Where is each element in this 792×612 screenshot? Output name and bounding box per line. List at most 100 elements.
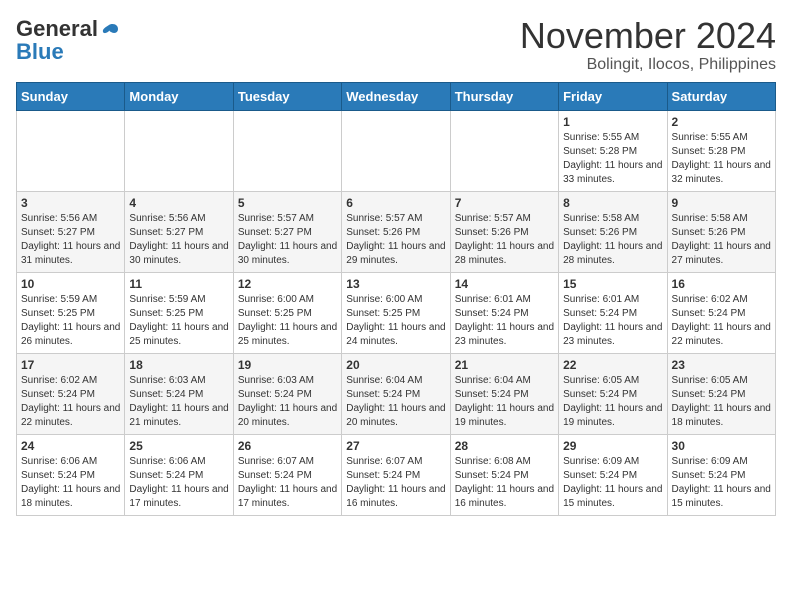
calendar-cell: 17Sunrise: 6:02 AMSunset: 5:24 PMDayligh…: [17, 353, 125, 434]
day-info: Sunrise: 6:05 AMSunset: 5:24 PMDaylight:…: [563, 374, 662, 430]
day-number: 17: [21, 358, 120, 372]
day-number: 14: [455, 277, 554, 291]
logo-general: General: [16, 16, 98, 41]
day-info: Sunrise: 6:03 AMSunset: 5:24 PMDaylight:…: [129, 374, 228, 430]
day-info: Sunrise: 6:01 AMSunset: 5:24 PMDaylight:…: [563, 293, 662, 349]
day-number: 10: [21, 277, 120, 291]
day-number: 19: [238, 358, 337, 372]
calendar-cell: [17, 110, 125, 191]
day-info: Sunrise: 5:58 AMSunset: 5:26 PMDaylight:…: [672, 212, 771, 268]
weekday-header-thursday: Thursday: [450, 82, 558, 110]
day-info: Sunrise: 6:04 AMSunset: 5:24 PMDaylight:…: [455, 374, 554, 430]
calendar-week-5: 24 Sunrise: 6:06 AMSunset: 5:24 PMDayligh…: [17, 434, 776, 515]
day-number: 29: [563, 439, 662, 453]
day-info: Sunrise: 6:09 AMSunset: 5:24 PMDaylight:…: [672, 455, 771, 511]
day-info: Sunrise: 5:58 AMSunset: 5:26 PMDaylight:…: [563, 212, 662, 268]
day-number: 21: [455, 358, 554, 372]
day-number: 11: [129, 277, 228, 291]
day-info: Sunrise: 5:55 AMSunset: 5:28 PMDaylight:…: [563, 131, 662, 187]
day-info: Sunrise: 6:08 AMSunset: 5:24 PMDaylight:…: [455, 455, 554, 511]
day-number: 4: [129, 196, 228, 210]
day-number: 23: [672, 358, 771, 372]
day-info: Sunrise: 5:55 AMSunset: 5:28 PMDaylight:…: [672, 131, 771, 187]
day-number: 20: [346, 358, 445, 372]
day-number: 26: [238, 439, 337, 453]
weekday-header-monday: Monday: [125, 82, 233, 110]
calendar-cell: 25Sunrise: 6:06 AMSunset: 5:24 PMDayligh…: [125, 434, 233, 515]
calendar-cell: 14 Sunrise: 6:01 AMSunset: 5:24 PMDayligh…: [450, 272, 558, 353]
calendar-cell: 15Sunrise: 6:01 AMSunset: 5:24 PMDayligh…: [559, 272, 667, 353]
calendar-cell: 11 Sunrise: 5:59 AMSunset: 5:25 PMDayligh…: [125, 272, 233, 353]
calendar-cell: 2 Sunrise: 5:55 AMSunset: 5:28 PMDaylight…: [667, 110, 775, 191]
day-info: Sunrise: 6:00 AMSunset: 5:25 PMDaylight:…: [346, 293, 445, 349]
logo: General Blue: [16, 16, 120, 65]
day-info: Sunrise: 6:07 AMSunset: 5:24 PMDaylight:…: [238, 455, 337, 511]
calendar-cell: [233, 110, 341, 191]
weekday-header-sunday: Sunday: [17, 82, 125, 110]
day-info: Sunrise: 6:05 AMSunset: 5:24 PMDaylight:…: [672, 374, 771, 430]
day-info: Sunrise: 5:57 AMSunset: 5:26 PMDaylight:…: [346, 212, 445, 268]
calendar-cell: 28 Sunrise: 6:08 AMSunset: 5:24 PMDayligh…: [450, 434, 558, 515]
day-number: 5: [238, 196, 337, 210]
calendar-week-4: 17Sunrise: 6:02 AMSunset: 5:24 PMDayligh…: [17, 353, 776, 434]
calendar-cell: 4Sunrise: 5:56 AMSunset: 5:27 PMDaylight…: [125, 191, 233, 272]
weekday-header-tuesday: Tuesday: [233, 82, 341, 110]
weekday-header-saturday: Saturday: [667, 82, 775, 110]
day-info: Sunrise: 5:59 AMSunset: 5:25 PMDaylight:…: [129, 293, 228, 349]
day-info: Sunrise: 6:04 AMSunset: 5:24 PMDaylight:…: [346, 374, 445, 430]
day-info: Sunrise: 5:59 AMSunset: 5:25 PMDaylight:…: [21, 293, 120, 349]
day-info: Sunrise: 6:06 AMSunset: 5:24 PMDaylight:…: [21, 455, 120, 511]
calendar-cell: 26 Sunrise: 6:07 AMSunset: 5:24 PMDayligh…: [233, 434, 341, 515]
day-info: Sunrise: 6:01 AMSunset: 5:24 PMDaylight:…: [455, 293, 554, 349]
day-number: 24: [21, 439, 120, 453]
day-number: 1: [563, 115, 662, 129]
calendar-week-2: 3Sunrise: 5:56 AMSunset: 5:27 PMDaylight…: [17, 191, 776, 272]
day-info: Sunrise: 6:02 AMSunset: 5:24 PMDaylight:…: [672, 293, 771, 349]
calendar-cell: 9Sunrise: 5:58 AMSunset: 5:26 PMDaylight…: [667, 191, 775, 272]
calendar-table: SundayMondayTuesdayWednesdayThursdayFrid…: [16, 82, 776, 516]
calendar-cell: [342, 110, 450, 191]
calendar-cell: 1 Sunrise: 5:55 AMSunset: 5:28 PMDaylight…: [559, 110, 667, 191]
calendar-cell: 22Sunrise: 6:05 AMSunset: 5:24 PMDayligh…: [559, 353, 667, 434]
calendar-cell: 10 Sunrise: 5:59 AMSunset: 5:25 PMDayligh…: [17, 272, 125, 353]
calendar-cell: 24 Sunrise: 6:06 AMSunset: 5:24 PMDayligh…: [17, 434, 125, 515]
day-info: Sunrise: 5:57 AMSunset: 5:27 PMDaylight:…: [238, 212, 337, 268]
day-number: 12: [238, 277, 337, 291]
weekday-header-row: SundayMondayTuesdayWednesdayThursdayFrid…: [17, 82, 776, 110]
day-info: Sunrise: 5:57 AMSunset: 5:26 PMDaylight:…: [455, 212, 554, 268]
calendar-cell: 6 Sunrise: 5:57 AMSunset: 5:26 PMDaylight…: [342, 191, 450, 272]
calendar-cell: 21 Sunrise: 6:04 AMSunset: 5:24 PMDayligh…: [450, 353, 558, 434]
day-info: Sunrise: 6:00 AMSunset: 5:25 PMDaylight:…: [238, 293, 337, 349]
calendar-cell: 5 Sunrise: 5:57 AMSunset: 5:27 PMDaylight…: [233, 191, 341, 272]
page-header: General Blue November 2024 Bolingit, Ilo…: [16, 16, 776, 74]
day-info: Sunrise: 5:56 AMSunset: 5:27 PMDaylight:…: [21, 212, 120, 268]
day-number: 2: [672, 115, 771, 129]
calendar-cell: 8Sunrise: 5:58 AMSunset: 5:26 PMDaylight…: [559, 191, 667, 272]
day-number: 16: [672, 277, 771, 291]
day-number: 27: [346, 439, 445, 453]
calendar-cell: 7 Sunrise: 5:57 AMSunset: 5:26 PMDaylight…: [450, 191, 558, 272]
logo-bird-icon: [98, 21, 120, 43]
month-title: November 2024: [520, 16, 776, 56]
calendar-cell: 16 Sunrise: 6:02 AMSunset: 5:24 PMDayligh…: [667, 272, 775, 353]
day-number: 28: [455, 439, 554, 453]
calendar-cell: 12 Sunrise: 6:00 AMSunset: 5:25 PMDayligh…: [233, 272, 341, 353]
calendar-cell: 29Sunrise: 6:09 AMSunset: 5:24 PMDayligh…: [559, 434, 667, 515]
day-info: Sunrise: 6:03 AMSunset: 5:24 PMDaylight:…: [238, 374, 337, 430]
logo-blue-text: Blue: [16, 39, 64, 65]
day-info: Sunrise: 6:06 AMSunset: 5:24 PMDaylight:…: [129, 455, 228, 511]
day-number: 30: [672, 439, 771, 453]
location-subtitle: Bolingit, Ilocos, Philippines: [520, 56, 776, 74]
calendar-cell: 30 Sunrise: 6:09 AMSunset: 5:24 PMDayligh…: [667, 434, 775, 515]
calendar-cell: 18 Sunrise: 6:03 AMSunset: 5:24 PMDayligh…: [125, 353, 233, 434]
day-number: 18: [129, 358, 228, 372]
day-number: 7: [455, 196, 554, 210]
title-block: November 2024 Bolingit, Ilocos, Philippi…: [520, 16, 776, 74]
weekday-header-friday: Friday: [559, 82, 667, 110]
calendar-week-3: 10 Sunrise: 5:59 AMSunset: 5:25 PMDayligh…: [17, 272, 776, 353]
calendar-week-1: 1 Sunrise: 5:55 AMSunset: 5:28 PMDaylight…: [17, 110, 776, 191]
calendar-cell: 27Sunrise: 6:07 AMSunset: 5:24 PMDayligh…: [342, 434, 450, 515]
day-number: 13: [346, 277, 445, 291]
day-number: 6: [346, 196, 445, 210]
calendar-cell: [450, 110, 558, 191]
